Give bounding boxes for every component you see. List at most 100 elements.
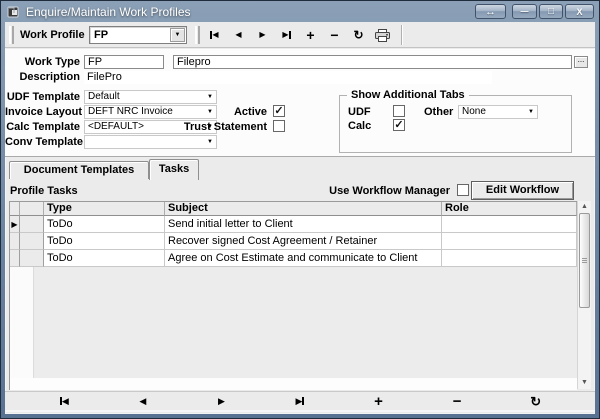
print-button[interactable] (372, 26, 393, 44)
show-additional-tabs-groupbox: Show Additional Tabs UDF Calc ✓ Other No… (339, 89, 572, 153)
description-field[interactable]: FilePro (84, 71, 492, 84)
scroll-up-icon[interactable]: ▲ (578, 203, 591, 211)
header-role[interactable]: Role (442, 202, 577, 216)
scrollbar-grip-icon (582, 258, 587, 263)
calc-tab-checkbox[interactable]: ✓ (393, 119, 405, 131)
toolbar-grip[interactable] (9, 26, 14, 44)
work-type-code-field[interactable]: FP (84, 55, 164, 69)
plus-icon: + (306, 27, 315, 43)
minimize-button[interactable]: — (512, 4, 537, 19)
last-record-button[interactable]: ▶ (276, 26, 297, 44)
scroll-down-icon[interactable]: ▼ (578, 379, 591, 387)
active-label: Active (233, 106, 267, 118)
work-type-name-field[interactable]: Filepro (173, 55, 572, 69)
nav-refresh-button[interactable]: ↻ (524, 393, 548, 409)
udf-tab-label: UDF (348, 106, 371, 118)
print-icon (375, 28, 390, 42)
use-workflow-manager-label: Use Workflow Manager (329, 185, 450, 197)
work-profile-combobox[interactable]: FP ▼ (89, 26, 187, 44)
close-icon: X (576, 6, 583, 17)
plus-icon: + (374, 392, 383, 410)
header-subject[interactable]: Subject (165, 202, 442, 216)
minimize-icon: — (520, 7, 529, 16)
row-icon-cell (20, 216, 44, 233)
calc-tab-label: Calc (348, 120, 372, 132)
tab-document-templates[interactable]: Document Templates (9, 161, 149, 179)
close-button[interactable]: X (565, 4, 594, 19)
edit-workflow-button[interactable]: Edit Workflow (471, 181, 574, 200)
row-selector-cell: ▶ (10, 216, 20, 233)
minus-icon: − (452, 392, 462, 410)
calc-template-label: Calc Template (6, 121, 80, 133)
active-checkbox[interactable]: ✓ (273, 105, 285, 117)
other-tab-label: Other (424, 106, 454, 118)
previous-record-button[interactable]: ◀ (228, 26, 249, 44)
row-icon-cell (20, 250, 44, 267)
nav-last-button[interactable]: ▶ (288, 393, 312, 409)
table-row[interactable]: ToDo Recover signed Cost Agreement / Ret… (10, 233, 577, 250)
next-record-button[interactable]: ▶ (252, 26, 273, 44)
table-row[interactable]: ▶ ToDo Send initial letter to Client (10, 216, 577, 233)
table-left-strip (10, 267, 34, 378)
nav-add-button[interactable]: + (367, 393, 391, 409)
udf-template-label: UDF Template (6, 91, 80, 103)
nav-first-button[interactable]: ◀ (52, 393, 76, 409)
client-area: Work Profile FP ▼ ◀ ◀ ▶ ▶ + − ↻ Work Typ… (5, 22, 595, 414)
tab-tasks[interactable]: Tasks (149, 159, 199, 180)
restore-button[interactable]: ↔ (475, 4, 506, 19)
conv-template-label: Conv Template (5, 136, 84, 148)
first-record-button[interactable]: ◀ (204, 26, 225, 44)
table-vertical-scrollbar[interactable]: ▲ ▼ (577, 201, 591, 389)
next-record-icon: ▶ (217, 395, 225, 406)
header-selector-stub (10, 202, 20, 216)
add-record-button[interactable]: + (300, 26, 321, 44)
window: Enquire/Maintain Work Profiles ↔ — □ X W… (0, 0, 600, 419)
restore-icon: ↔ (485, 5, 496, 18)
toolbar-grip-2[interactable] (195, 26, 200, 44)
nav-next-button[interactable]: ▶ (209, 393, 233, 409)
trust-statement-checkbox[interactable] (273, 120, 285, 132)
previous-record-icon: ◀ (235, 30, 242, 39)
invoice-layout-label: Invoice Layout (5, 106, 83, 118)
previous-record-icon: ◀ (139, 395, 147, 406)
row-selector-cell (10, 233, 20, 250)
udf-tab-checkbox[interactable] (393, 105, 405, 117)
header-type[interactable]: Type (44, 202, 165, 216)
title-bar[interactable]: Enquire/Maintain Work Profiles ↔ — □ X (1, 1, 599, 22)
table-row[interactable]: ToDo Agree on Cost Estimate and communic… (10, 250, 577, 267)
udf-template-select[interactable]: Default ▼ (84, 90, 217, 104)
chevron-down-icon: ▼ (207, 94, 213, 100)
current-row-marker-icon: ▶ (11, 220, 18, 229)
work-type-browse-button[interactable]: ... (574, 56, 588, 68)
delete-record-button[interactable]: − (324, 26, 345, 44)
conv-template-select[interactable]: ▼ (84, 135, 217, 149)
minus-icon: − (330, 27, 339, 43)
refresh-icon: ↻ (353, 28, 364, 42)
profile-tasks-title: Profile Tasks (10, 185, 78, 197)
use-workflow-manager-checkbox[interactable] (457, 184, 469, 196)
header-icon-stub (20, 202, 44, 216)
chevron-down-icon: ▼ (174, 32, 181, 38)
work-type-label: Work Type (24, 56, 80, 68)
scrollbar-thumb[interactable] (579, 213, 590, 308)
nav-previous-button[interactable]: ◀ (131, 393, 155, 409)
app-icon (7, 6, 19, 18)
table-header-row: Type Subject Role (10, 202, 577, 216)
refresh-button[interactable]: ↻ (348, 26, 369, 44)
next-record-icon: ▶ (259, 30, 266, 39)
profile-tasks-table: Type Subject Role ▶ ToDo Send initial le… (9, 201, 577, 390)
toolbar-separator (401, 25, 403, 45)
trust-statement-label: Trust Statement (183, 121, 267, 133)
profile-form: Work Type FP Filepro ... Description Fil… (5, 49, 595, 157)
last-record-icon (288, 31, 291, 39)
table-bottom-strip (10, 378, 577, 390)
main-toolbar: Work Profile FP ▼ ◀ ◀ ▶ ▶ + − ↻ (5, 22, 595, 48)
nav-delete-button[interactable]: − (445, 393, 469, 409)
chevron-down-icon: ▼ (528, 109, 534, 115)
record-nav-bar: ◀ ◀ ▶ ▶ + − ↻ (5, 391, 595, 412)
show-additional-tabs-title: Show Additional Tabs (347, 89, 469, 101)
work-profile-dropdown-button[interactable]: ▼ (170, 28, 185, 42)
other-tab-select[interactable]: None ▼ (458, 105, 538, 119)
row-icon-cell (20, 233, 44, 250)
maximize-button[interactable]: □ (539, 4, 563, 19)
